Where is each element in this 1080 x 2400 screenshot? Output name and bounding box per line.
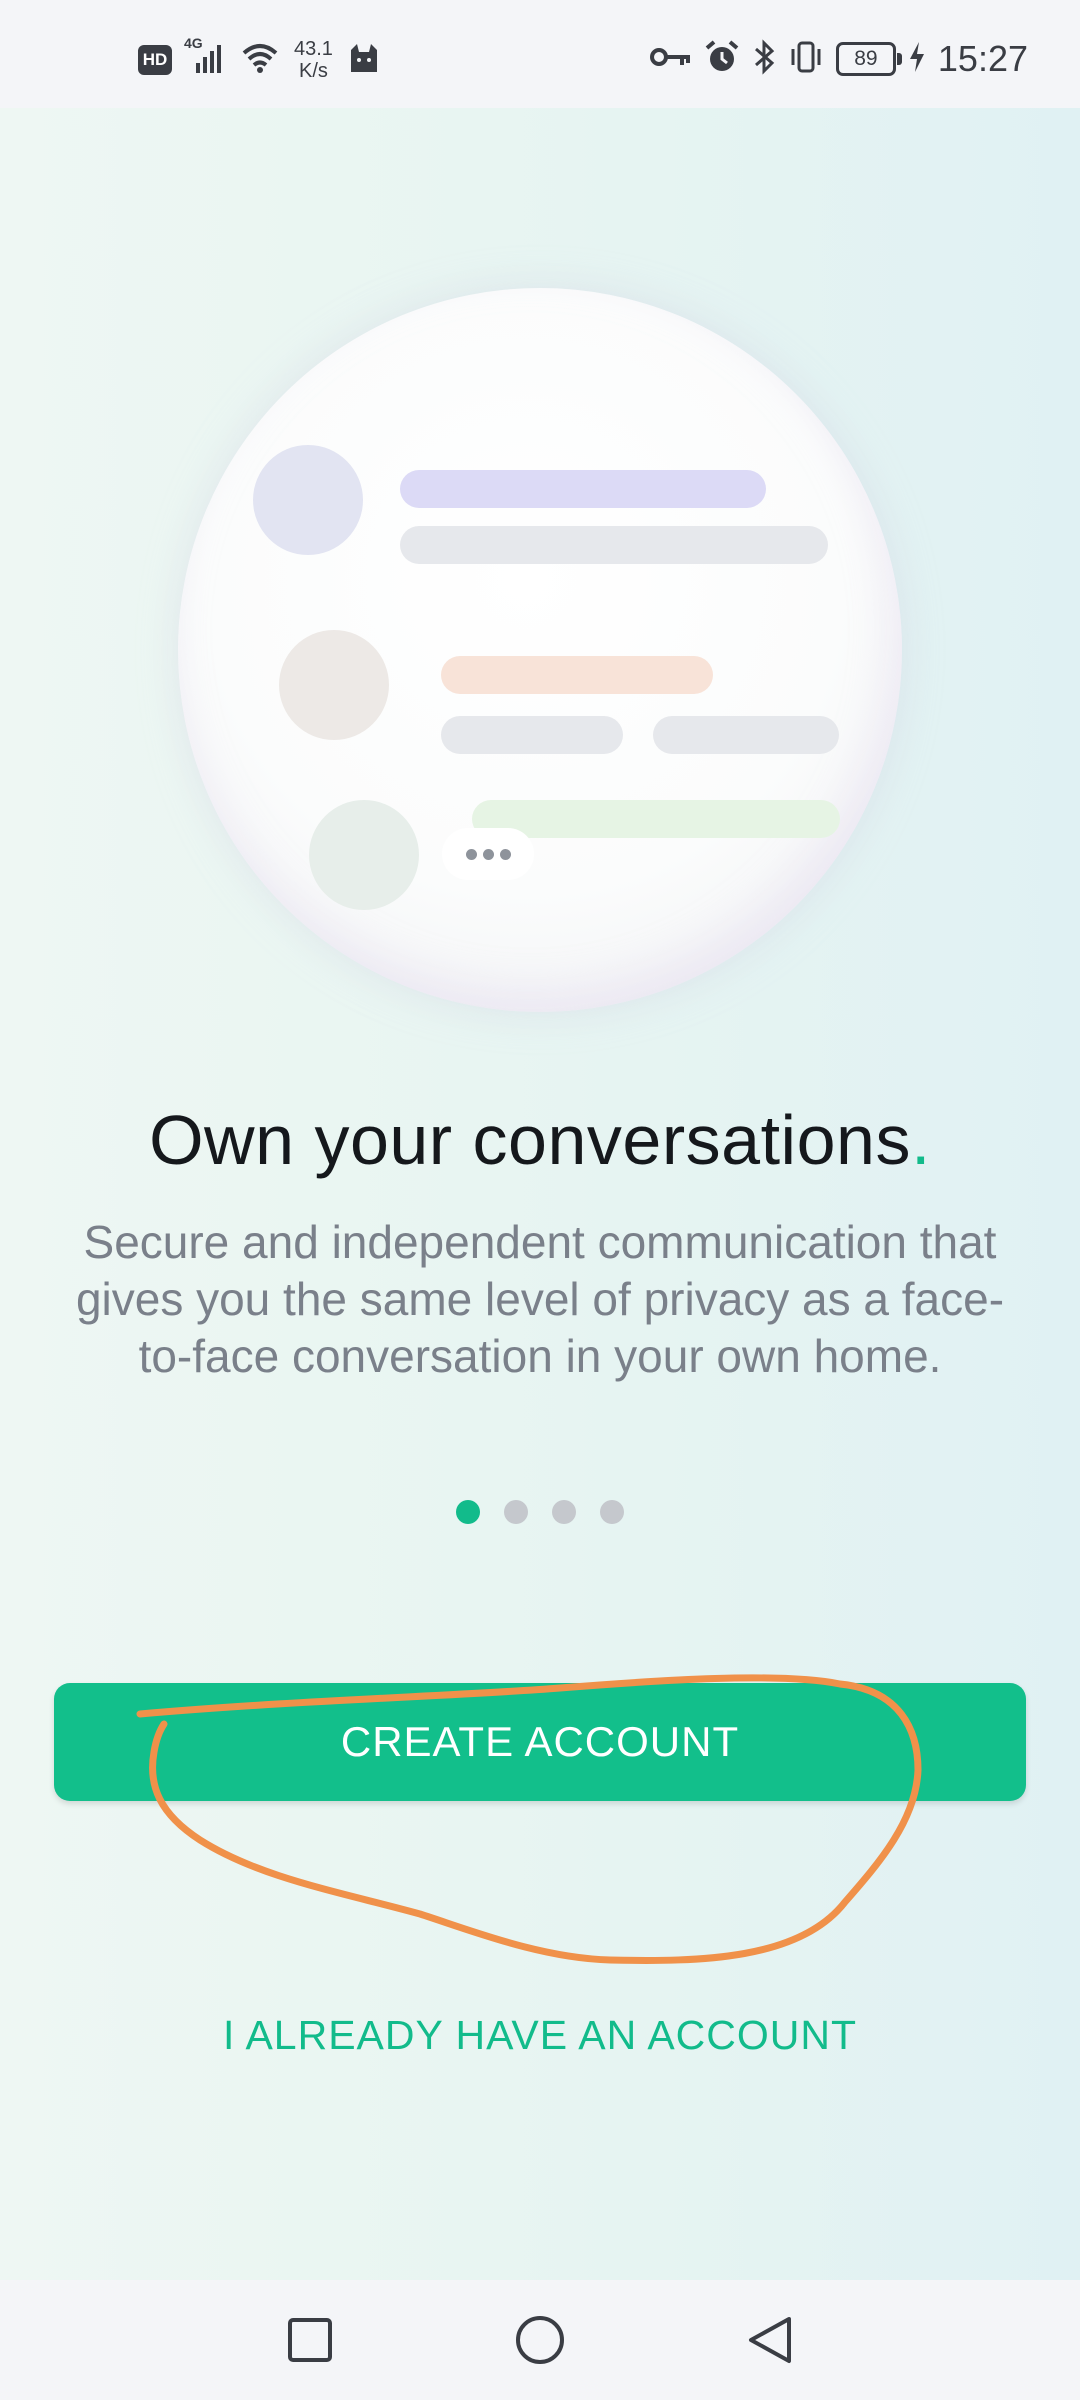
onboarding-headline: Own your conversations. (0, 1100, 1080, 1180)
status-left-group: HD 4G 43.1 K/s (138, 35, 381, 82)
cat-notification-icon (347, 42, 381, 79)
illustration-line-grey-3 (653, 716, 839, 754)
headline-accent-dot: . (910, 1101, 931, 1179)
page-dot[interactable] (552, 1500, 576, 1524)
charging-bolt-icon (908, 40, 926, 79)
onboarding-screen (0, 108, 1080, 2280)
recents-square-icon[interactable] (280, 2310, 340, 2370)
illustration-avatar-3 (309, 800, 419, 910)
hd-badge: HD (138, 45, 172, 75)
headline-text: Own your conversations (149, 1101, 911, 1179)
alarm-icon (704, 39, 740, 80)
onboarding-description: Secure and independent communication tha… (75, 1216, 1005, 1382)
page-dot-active[interactable] (456, 1500, 480, 1524)
illustration-avatar-2 (279, 630, 389, 740)
illustration-line-purple (400, 470, 766, 508)
page-dot[interactable] (600, 1500, 624, 1524)
typing-dot-icon (482, 848, 494, 860)
network-type-label: 4G (184, 34, 203, 51)
page-dot[interactable] (504, 1500, 528, 1524)
net-speed-unit: K/s (299, 60, 328, 82)
page-indicator (0, 1500, 1080, 1524)
illustration-line-orange (441, 656, 713, 694)
illustration-line-grey-1 (400, 526, 828, 564)
back-triangle-icon[interactable] (740, 2310, 800, 2370)
illustration-avatar-1 (253, 445, 363, 555)
signal-icon: 4G (184, 35, 226, 80)
vibrate-icon (788, 39, 824, 80)
create-account-button[interactable]: CREATE ACCOUNT (54, 1683, 1026, 1801)
wifi-icon (240, 41, 280, 80)
net-speed: 43.1 K/s (294, 38, 333, 82)
chat-illustration (178, 288, 902, 1012)
system-nav-bar (0, 2280, 1080, 2400)
have-account-link[interactable]: I ALREADY HAVE AN ACCOUNT (0, 2012, 1080, 2059)
home-circle-icon[interactable] (510, 2310, 570, 2370)
typing-dot-icon (465, 848, 477, 860)
net-speed-value: 43.1 (294, 38, 333, 60)
battery-indicator: 89 (835, 42, 902, 76)
battery-level: 89 (854, 47, 878, 70)
illustration-line-grey-2 (441, 716, 623, 754)
key-icon (649, 44, 692, 75)
typing-indicator (442, 828, 534, 880)
clock-time: 15:27 (937, 38, 1028, 79)
typing-dot-icon (499, 848, 511, 860)
bluetooth-icon (752, 38, 776, 80)
status-bar: HD 4G 43.1 K/s 89 15:27 (0, 0, 1080, 108)
status-right-group: 89 15:27 (649, 38, 1028, 80)
illustration-line-green (472, 800, 840, 838)
